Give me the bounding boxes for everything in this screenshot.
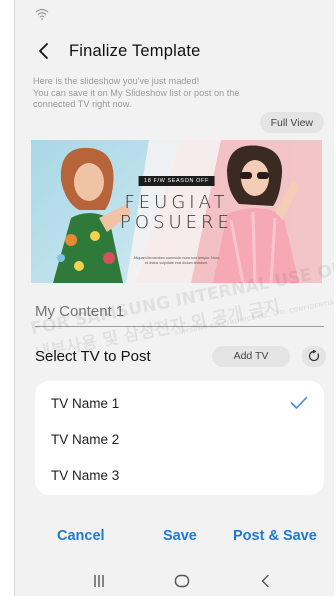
page-title: Finalize Template bbox=[69, 41, 201, 60]
select-tv-row: Select TV to Post Add TV bbox=[15, 333, 334, 379]
post-and-save-button[interactable]: Post & Save bbox=[233, 528, 317, 544]
home-icon[interactable] bbox=[174, 574, 190, 588]
recent-apps-icon[interactable] bbox=[92, 574, 106, 588]
tv-list-item[interactable]: TV Name 1 bbox=[35, 385, 324, 421]
select-tv-label: Select TV to Post bbox=[35, 347, 151, 365]
tv-list-item[interactable]: TV Name 2 bbox=[35, 421, 324, 457]
template-brand-line1: FEUGIAT bbox=[124, 192, 229, 213]
content-name-input[interactable] bbox=[35, 303, 324, 320]
tv-name: TV Name 2 bbox=[51, 431, 120, 447]
status-bar bbox=[15, 0, 334, 26]
description: Here is the slideshow you've just maded!… bbox=[15, 76, 334, 112]
refresh-icon bbox=[308, 350, 320, 362]
content-name-field[interactable] bbox=[35, 283, 324, 327]
save-button[interactable]: Save bbox=[163, 528, 197, 544]
refresh-button[interactable] bbox=[302, 345, 326, 367]
cancel-button[interactable]: Cancel bbox=[57, 528, 105, 544]
tv-list: TV Name 1 TV Name 2 TV Name 3 bbox=[35, 381, 324, 495]
tv-list-item[interactable]: TV Name 3 bbox=[35, 457, 324, 493]
action-bar: Cancel Save Post & Save bbox=[15, 528, 334, 554]
add-tv-button[interactable]: Add TV bbox=[212, 345, 290, 367]
back-arrow-icon[interactable] bbox=[37, 42, 51, 60]
template-season: 18 F/W SEASON OFF bbox=[138, 176, 215, 186]
wifi-icon bbox=[35, 8, 49, 20]
template-small-text: Aliquam fermentum commodo nunc non tempo… bbox=[133, 256, 220, 265]
description-line: Here is the slideshow you've just maded! bbox=[33, 76, 200, 86]
full-view-row: Full View bbox=[15, 112, 334, 138]
full-view-button[interactable]: Full View bbox=[259, 112, 324, 133]
header: Finalize Template bbox=[15, 26, 334, 76]
tv-name: TV Name 3 bbox=[51, 467, 120, 483]
navigation-bar bbox=[15, 568, 334, 596]
template-brand-line2: POSUERE bbox=[120, 212, 233, 233]
nav-back-icon[interactable] bbox=[260, 574, 270, 588]
description-line: connected TV right now. bbox=[33, 99, 132, 109]
check-icon bbox=[290, 396, 308, 409]
template-preview[interactable]: 18 F/W SEASON OFF FEUGIAT POSUERE Aliqua… bbox=[31, 140, 322, 283]
description-line: You can save it on My Slideshow list or … bbox=[33, 87, 240, 98]
phone-screen: Finalize Template Here is the slideshow … bbox=[14, 0, 334, 596]
tv-name: TV Name 1 bbox=[51, 395, 120, 411]
